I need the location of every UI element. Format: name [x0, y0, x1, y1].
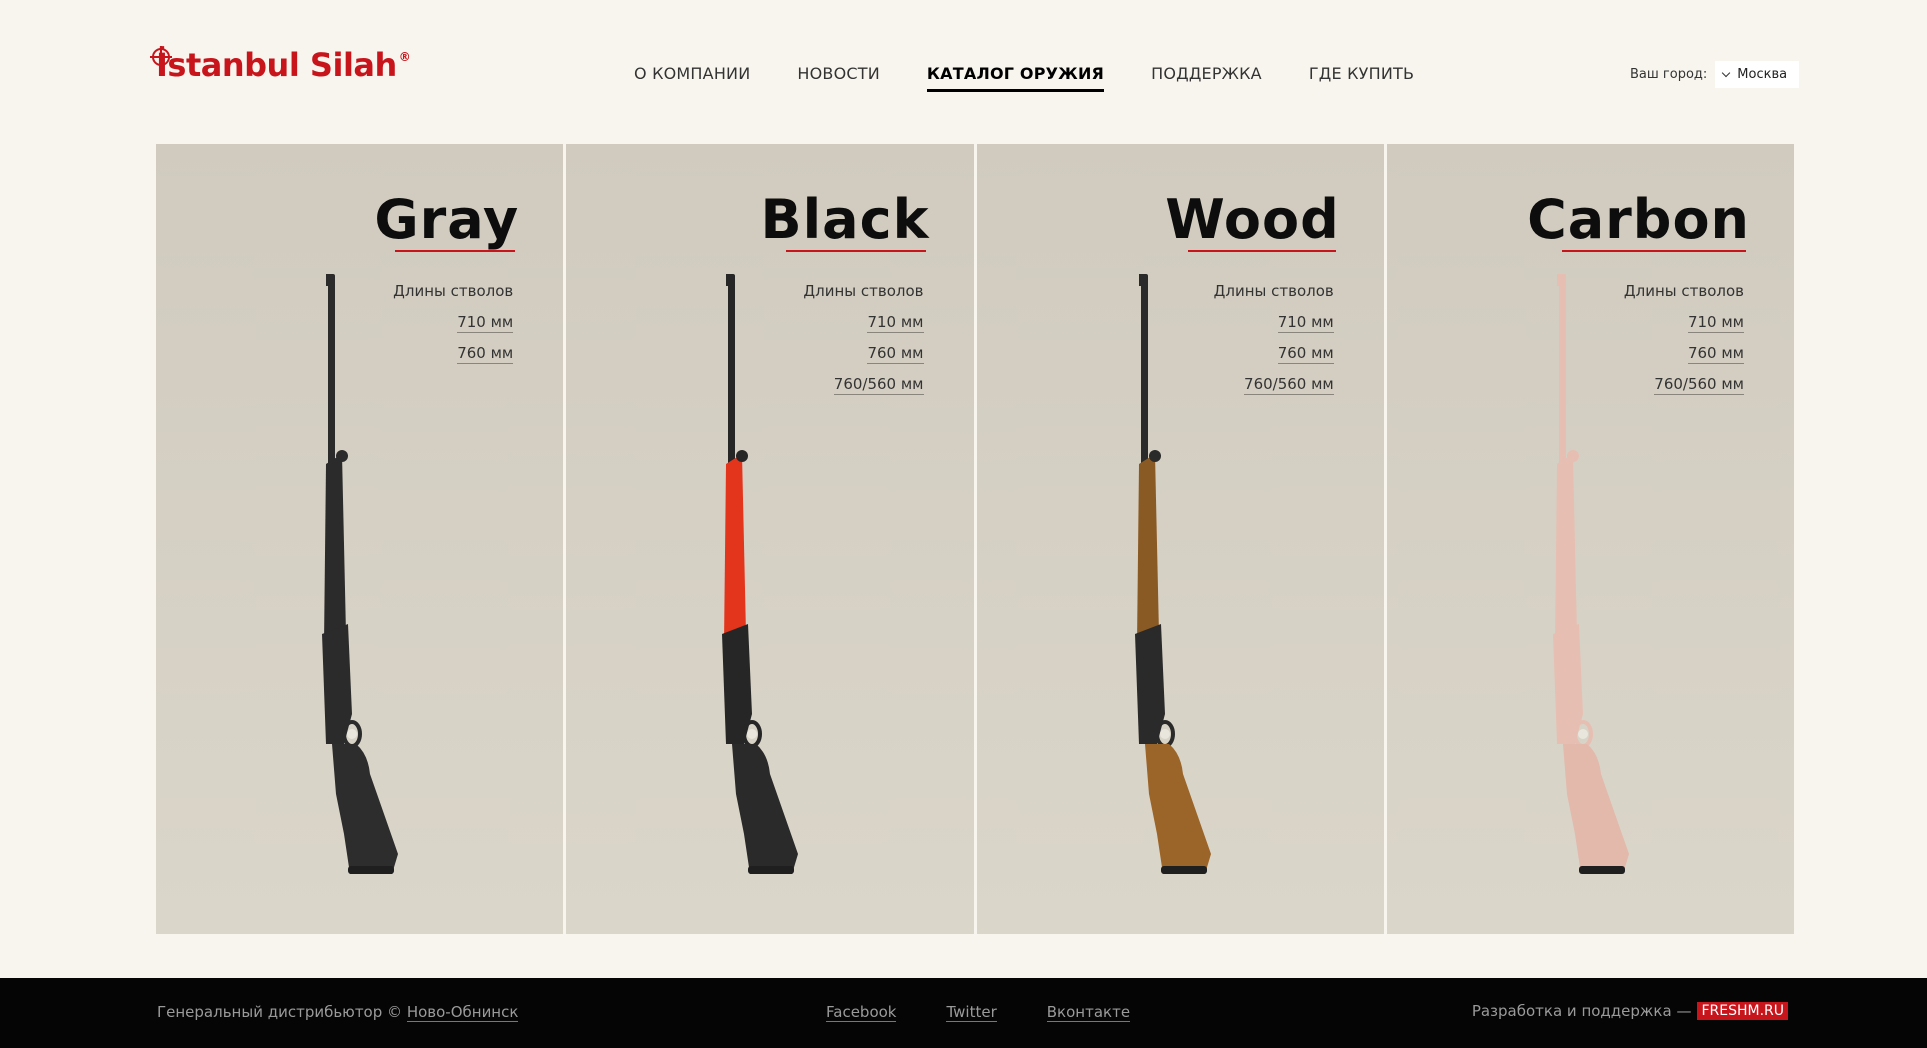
- title-underline: [395, 250, 516, 252]
- barrel-lengths: Длины стволов 710 мм 760 мм 760/560 мм: [803, 282, 924, 406]
- panel-title: Gray: [374, 188, 520, 251]
- nav-item-about[interactable]: О КОМПАНИИ: [634, 64, 750, 92]
- social-links: Facebook Twitter Вконтакте: [826, 1003, 1180, 1022]
- developer-link[interactable]: FRESHM.RU: [1697, 1002, 1788, 1020]
- length-link[interactable]: 760 мм: [393, 344, 514, 364]
- city-value: Москва: [1737, 67, 1788, 82]
- length-link[interactable]: 760/560 мм: [1214, 375, 1334, 395]
- catalog-panel-gray[interactable]: Gray Длины стволов 710 мм 760 мм: [156, 144, 564, 934]
- brand-logo[interactable]: İstanbul Silah ®: [150, 46, 411, 84]
- logo-text: İstanbul Silah: [156, 46, 397, 84]
- site-footer: Генеральный дистрибьютор © Ново-Обнинск …: [0, 978, 1927, 1048]
- registered-mark: ®: [398, 50, 411, 64]
- catalog-panel-black[interactable]: Black Длины стволов 710 мм 760 мм 760/56…: [566, 144, 974, 934]
- barrel-lengths: Длины стволов 710 мм 760 мм 760/560 мм: [1214, 282, 1334, 406]
- shotgun-image: [1134, 274, 1211, 874]
- city-label: Ваш город:: [1630, 67, 1708, 82]
- length-link[interactable]: 760 мм: [1214, 344, 1334, 364]
- city-dropdown[interactable]: Москва: [1715, 61, 1800, 88]
- gun-catalog: Gray Длины стволов 710 мм 760 мм Black Д…: [156, 144, 1794, 934]
- nav-item-news[interactable]: НОВОСТИ: [797, 64, 880, 92]
- title-underline: [785, 250, 926, 252]
- length-link[interactable]: 710 мм: [803, 313, 924, 333]
- facebook-link[interactable]: Facebook: [826, 1003, 897, 1022]
- nav-item-support[interactable]: ПОДДЕРЖКА: [1151, 64, 1262, 92]
- barrel-lengths: Длины стволов 710 мм 760 мм: [393, 282, 514, 375]
- title-underline: [1562, 250, 1746, 252]
- lengths-label: Длины стволов: [1623, 282, 1744, 300]
- length-link[interactable]: 760/560 мм: [803, 375, 924, 395]
- lengths-label: Длины стволов: [1213, 282, 1334, 300]
- chevron-down-icon: [1722, 68, 1731, 78]
- panel-title: Carbon: [1527, 188, 1750, 251]
- panel-title: Black: [760, 188, 930, 251]
- panel-title: Wood: [1165, 188, 1340, 251]
- main-nav: О КОМПАНИИ НОВОСТИ КАТАЛОГ ОРУЖИЯ ПОДДЕР…: [634, 64, 1461, 92]
- nav-item-where-to-buy[interactable]: ГДЕ КУПИТЬ: [1309, 64, 1414, 92]
- barrel-lengths: Длины стволов 710 мм 760 мм 760/560 мм: [1624, 282, 1744, 406]
- nav-item-catalog[interactable]: КАТАЛОГ ОРУЖИЯ: [926, 64, 1105, 92]
- title-underline: [1187, 250, 1336, 252]
- length-link[interactable]: 760 мм: [803, 344, 924, 364]
- length-link[interactable]: 760/560 мм: [1624, 375, 1744, 395]
- distributor-info: Генеральный дистрибьютор © Ново-Обнинск: [157, 1003, 519, 1022]
- site-header: İstanbul Silah ® О КОМПАНИИ НОВОСТИ КАТА…: [0, 0, 1927, 144]
- distributor-link[interactable]: Ново-Обнинск: [406, 1003, 519, 1022]
- lengths-label: Длины стволов: [393, 282, 514, 300]
- crosshair-icon: [150, 46, 172, 68]
- length-link[interactable]: 760 мм: [1624, 344, 1744, 364]
- distributor-text: Генеральный дистрибьютор ©: [157, 1003, 403, 1021]
- length-link[interactable]: 710 мм: [393, 313, 514, 333]
- dev-text: Разработка и поддержка —: [1471, 1002, 1692, 1020]
- city-selector: Ваш город: Москва: [1630, 61, 1800, 88]
- shotgun-image: [722, 274, 799, 874]
- length-link[interactable]: 710 мм: [1214, 313, 1334, 333]
- vkontakte-link[interactable]: Вконтакте: [1046, 1003, 1131, 1022]
- twitter-link[interactable]: Twitter: [946, 1003, 997, 1022]
- lengths-label: Длины стволов: [803, 282, 924, 300]
- catalog-panel-carbon[interactable]: Carbon Длины стволов 710 мм 760 мм 760/5…: [1386, 144, 1794, 934]
- developer-credit: Разработка и поддержка — FRESHM.RU: [1472, 1002, 1788, 1020]
- length-link[interactable]: 710 мм: [1624, 313, 1744, 333]
- catalog-panel-wood[interactable]: Wood Длины стволов 710 мм 760 мм 760/560…: [976, 144, 1384, 934]
